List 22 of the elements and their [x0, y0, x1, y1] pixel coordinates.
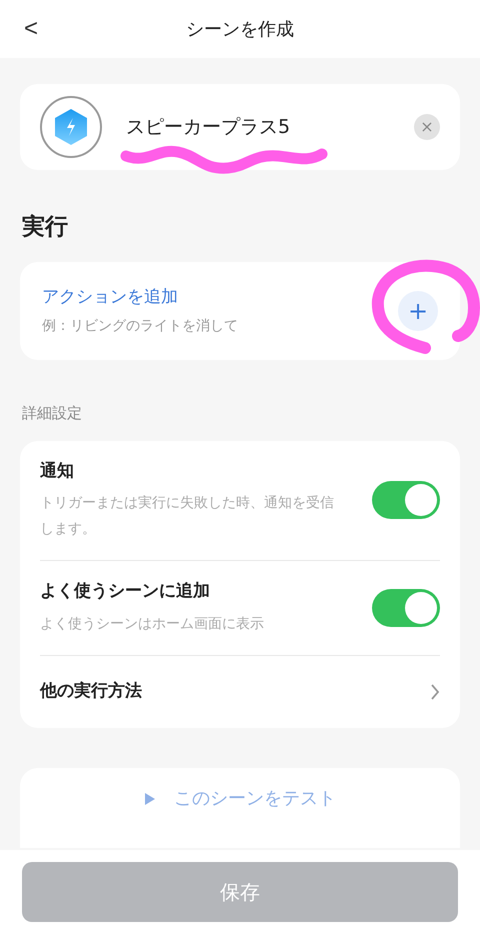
setting-title: よく使うシーンに追加: [40, 580, 211, 603]
setting-title: 他の実行方法: [40, 680, 143, 703]
toggle-switch[interactable]: [372, 481, 440, 520]
setting-description: よく使うシーンはホーム画面に表示: [40, 614, 265, 634]
toggle-switch[interactable]: [372, 588, 440, 627]
scene-icon: [40, 96, 102, 158]
test-label: このシーンをテスト: [174, 787, 336, 811]
page-title: シーンを作成: [186, 18, 294, 42]
add-action-title: アクションを追加: [42, 286, 179, 309]
clear-button[interactable]: ×: [414, 114, 440, 140]
action-hint: 例：リビングのライトを消して: [42, 317, 239, 336]
add-button[interactable]: +: [398, 291, 438, 331]
section-label: 詳細設定: [22, 403, 83, 424]
add-action-card[interactable]: アクションを追加 例：リビングのライトを消して +: [20, 262, 460, 360]
other-methods-row[interactable]: 他の実行方法: [40, 656, 440, 728]
back-button[interactable]: <: [20, 16, 42, 42]
chevron-right-icon: [430, 684, 440, 700]
section-title: 実行: [22, 213, 69, 242]
scene-name[interactable]: スピーカープラス5: [126, 112, 414, 142]
setting-description: トリガーまたは実行に失敗した時、通知を受信します。: [40, 494, 335, 539]
play-icon: [144, 792, 156, 806]
setting-title: 通知: [40, 460, 75, 482]
